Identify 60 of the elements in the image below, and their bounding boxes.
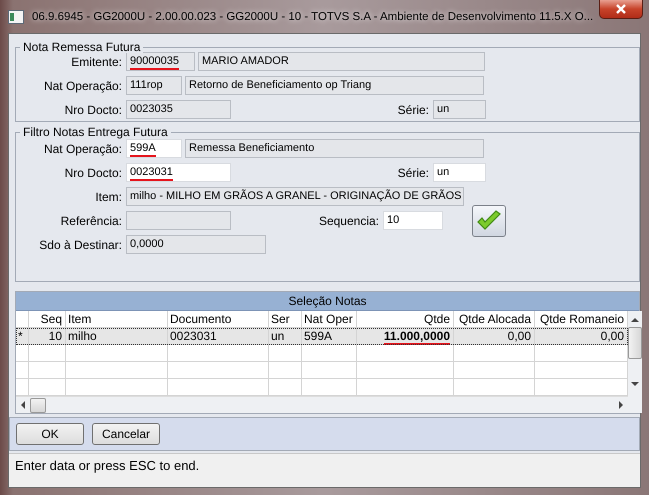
input-field[interactable]: 10 <box>383 211 443 230</box>
table-cell: 10 <box>29 328 66 344</box>
scroll-thumb[interactable] <box>628 327 642 359</box>
column-header[interactable]: Documento <box>168 311 269 327</box>
vertical-scrollbar[interactable] <box>628 311 642 413</box>
field-label: Sdo à Destinar: <box>38 238 123 252</box>
input-field[interactable]: 0,0000 <box>126 235 266 254</box>
table-cell: 0,00 <box>454 328 535 344</box>
window-icon <box>8 10 24 24</box>
field-label: Item: <box>94 190 123 204</box>
field-label: Nat Operação: <box>42 142 123 156</box>
column-header[interactable]: Qtde Alocada <box>454 311 535 327</box>
scroll-thumb[interactable] <box>30 398 46 412</box>
horizontal-scrollbar[interactable] <box>16 396 628 413</box>
field-label: Emitente: <box>70 54 123 68</box>
dialog-button[interactable]: OK <box>16 423 84 445</box>
column-header[interactable]: Nat Oper <box>302 311 357 327</box>
table-cell: 11.000,0000 <box>357 328 454 344</box>
checkmark-icon <box>476 210 502 232</box>
table-cell: milho <box>66 328 168 344</box>
confirm-button[interactable] <box>472 205 506 237</box>
group-legend: Nota Remessa Futura <box>20 41 144 53</box>
input-field[interactable]: 90000035 <box>126 52 195 71</box>
input-field[interactable]: 599A <box>126 139 182 158</box>
table-cell: 0023031 <box>168 328 269 344</box>
field-label: Referência: <box>60 214 123 228</box>
input-field[interactable]: 111rop <box>126 76 182 95</box>
field-label: Série: <box>398 166 430 180</box>
input-field[interactable]: un <box>433 100 486 119</box>
table-cell: un <box>269 328 302 344</box>
column-header[interactable]: Seq <box>29 311 66 327</box>
column-header[interactable]: Item <box>66 311 168 327</box>
grid-title: Seleção Notas <box>16 292 639 311</box>
table-cell: 599A <box>302 328 357 344</box>
scroll-down-icon[interactable] <box>631 381 639 387</box>
field-label: Série: <box>398 102 430 116</box>
field-label: Nat Operação: <box>42 78 123 92</box>
scroll-left-icon[interactable] <box>20 401 26 409</box>
close-button[interactable] <box>599 0 643 19</box>
scroll-right-icon[interactable] <box>618 401 624 409</box>
field-label: Sequencia: <box>318 214 380 228</box>
input-field[interactable]: 0023035 <box>126 100 231 119</box>
column-header[interactable]: Qtde <box>357 311 454 327</box>
status-bar: Enter data or press ESC to end. <box>9 453 640 487</box>
column-header[interactable]: Ser <box>269 311 302 327</box>
field-label: Nro Docto: <box>64 102 123 116</box>
dialog-button[interactable]: Cancelar <box>92 423 160 445</box>
grid-row[interactable]: * 10 milho 0023031 un 599A 11.000,0000 0,00 0,00 <box>16 328 628 345</box>
input-field[interactable]: MARIO AMADOR <box>198 52 485 71</box>
input-field[interactable]: Retorno de Beneficiamento op Triang <box>185 76 484 95</box>
window-title: 06.9.6945 - GG2000U - 2.00.00.023 - GG2000U - 10 - TOTVS S.A - Ambiente de Desenvolvimento 11.5.X O... <box>32 10 594 22</box>
input-field[interactable]: Remessa Beneficiamento <box>185 139 484 158</box>
input-field[interactable]: un <box>433 163 486 182</box>
close-icon <box>615 4 627 14</box>
group-legend: Filtro Notas Entrega Futura <box>20 126 171 138</box>
field-label: Nro Docto: <box>64 166 123 180</box>
input-field[interactable]: milho - MILHO EM GRÃOS A GRANEL - ORIGINAÇÃO DE GRÃOS <box>126 187 464 206</box>
scroll-up-icon[interactable] <box>631 317 639 323</box>
input-field[interactable]: 0023031 <box>126 163 231 182</box>
input-field[interactable] <box>126 211 231 230</box>
